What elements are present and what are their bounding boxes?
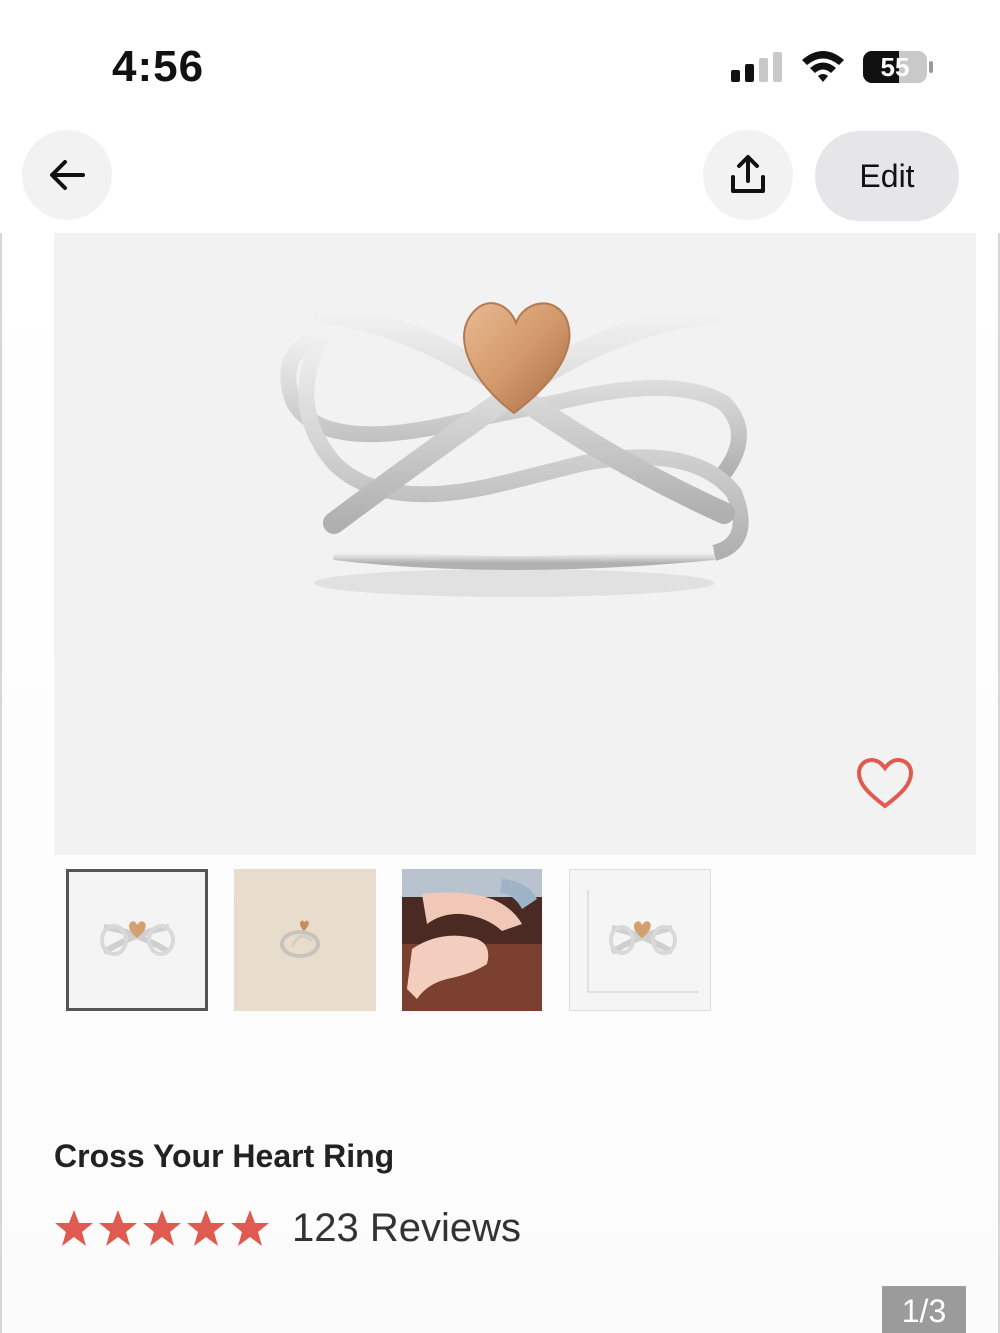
status-bar: 4:56 55 xyxy=(0,0,1000,120)
size-chart-thumbnail-image xyxy=(587,890,698,993)
reviews-link[interactable]: 123 Reviews xyxy=(292,1206,521,1251)
ring-thumbnail-image xyxy=(100,921,175,956)
product-title: Cross Your Heart Ring xyxy=(54,1138,395,1174)
product-main-image[interactable] xyxy=(54,233,976,855)
rating-stars xyxy=(54,1208,270,1248)
heart-outline-icon[interactable] xyxy=(856,758,914,810)
battery-level: 55 xyxy=(880,52,910,82)
ring-product-image xyxy=(280,302,749,597)
hand-thumbnail-image xyxy=(402,869,542,1011)
page-indicator: 1/3 xyxy=(882,1286,966,1333)
star-icon xyxy=(143,1210,181,1246)
thumbnail-ring-size-chart[interactable] xyxy=(569,869,711,1011)
arrow-left-icon xyxy=(50,160,85,190)
cellular-signal-icon xyxy=(731,52,782,82)
thumbnail-ring-on-hand[interactable] xyxy=(402,869,542,1011)
wifi-icon xyxy=(802,51,844,82)
star-icon xyxy=(231,1210,269,1246)
thumbnail-ring-front[interactable] xyxy=(66,869,208,1011)
star-icon xyxy=(187,1210,225,1246)
thumbnail-ring-angle[interactable] xyxy=(234,869,376,1011)
share-upload-icon xyxy=(731,155,765,193)
star-icon xyxy=(55,1210,93,1246)
product-rating[interactable]: 123 Reviews xyxy=(54,1203,521,1253)
status-time: 4:56 xyxy=(112,42,205,91)
ring-angle-thumbnail-image xyxy=(280,920,320,958)
edit-button[interactable]: Edit xyxy=(815,131,959,221)
product-screenshot: Cross Your Heart Ring 123 Reviews 1/3 xyxy=(0,233,1000,1333)
star-icon xyxy=(99,1210,137,1246)
share-button[interactable] xyxy=(703,130,793,220)
back-button[interactable] xyxy=(22,130,112,220)
